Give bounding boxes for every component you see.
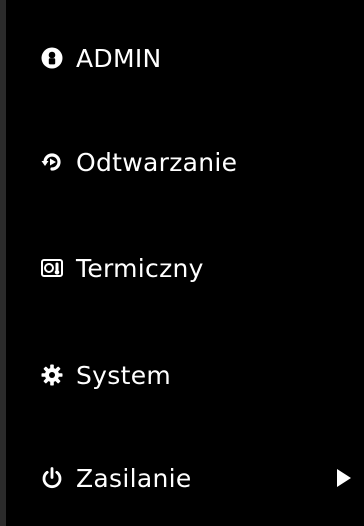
menu-item-admin[interactable]: ADMIN (40, 36, 356, 80)
menu-item-power[interactable]: Zasilanie (40, 456, 356, 500)
context-menu: ADMIN Odtwarzanie Termiczny System Zasil… (0, 0, 364, 526)
menu-item-label: Termiczny (76, 253, 204, 283)
playback-icon (40, 150, 64, 174)
menu-item-thermal[interactable]: Termiczny (40, 246, 356, 290)
gear-icon (40, 363, 64, 387)
chevron-right-icon (337, 469, 351, 487)
menu-item-label: System (76, 360, 172, 390)
thermal-icon (40, 256, 64, 280)
power-icon (40, 466, 64, 490)
menu-item-label: Zasilanie (76, 463, 192, 493)
menu-item-playback[interactable]: Odtwarzanie (40, 140, 356, 184)
menu-item-system[interactable]: System (40, 353, 356, 397)
menu-item-label: ADMIN (76, 43, 162, 73)
user-circle-icon (40, 46, 64, 70)
menu-item-label: Odtwarzanie (76, 147, 238, 177)
